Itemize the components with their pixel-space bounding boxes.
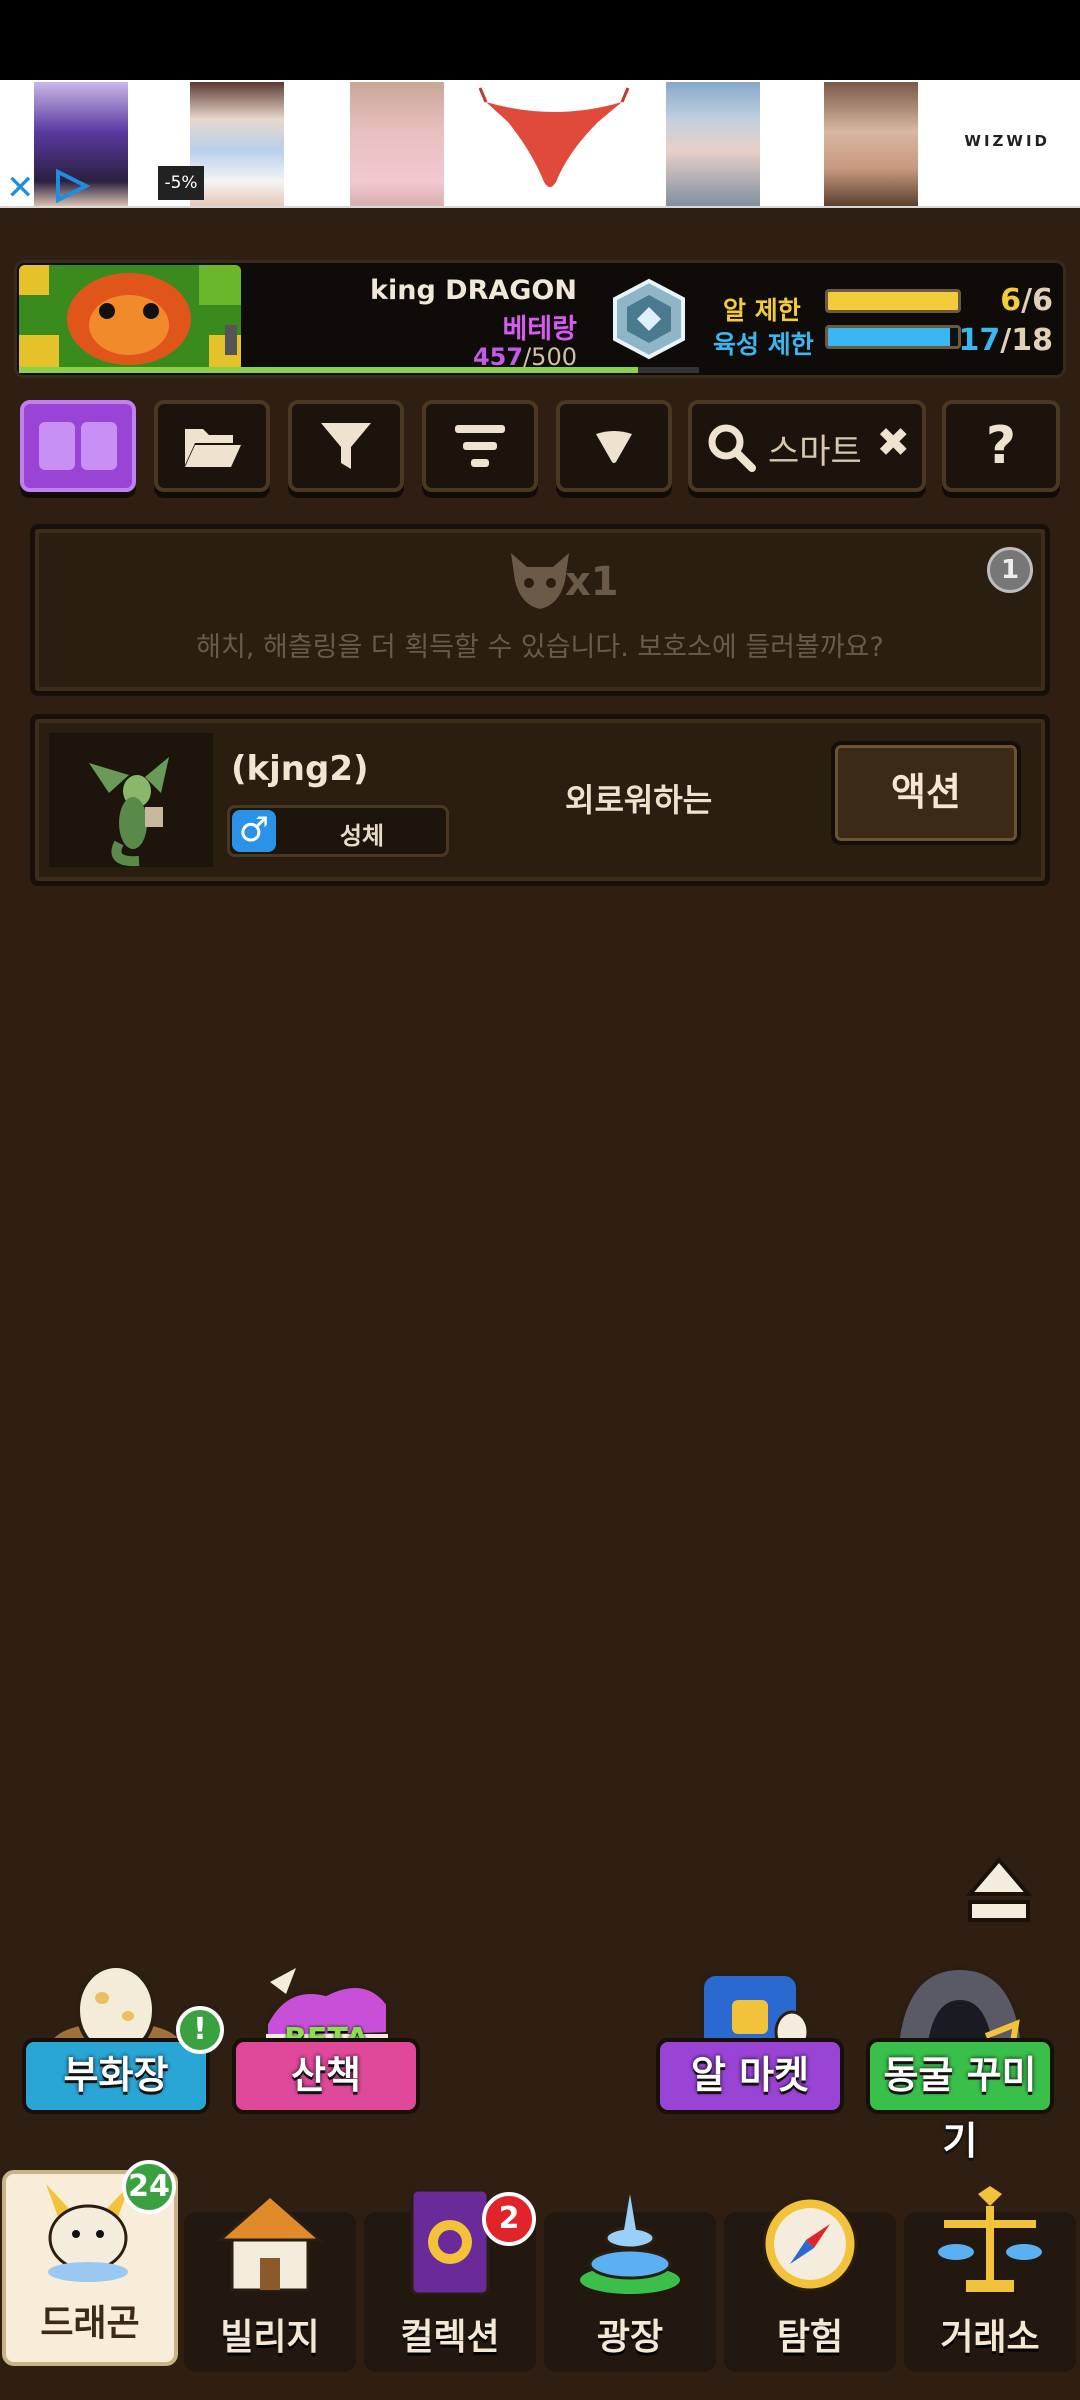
egg-limit-count: 6/6: [1000, 283, 1053, 318]
player-xp: 457/500: [473, 343, 577, 371]
dragon-list-item[interactable]: (kjng2) ♂ 성체 외로워하는 액션: [30, 714, 1050, 886]
ad-brand-logo: WIZWID: [964, 132, 1050, 150]
notice-count: x1: [565, 559, 619, 605]
dragon-stage-box: ♂ 성체: [227, 805, 449, 857]
walk-label: 산책: [232, 2038, 420, 2114]
xp-max: /500: [523, 343, 577, 371]
nav-explore-label: 탐험: [776, 2317, 844, 2358]
chevron-down-icon: [596, 431, 632, 463]
dropdown-button[interactable]: [556, 400, 672, 492]
cave-decor-label: 동굴 꾸미기: [866, 2038, 1054, 2163]
nav-plaza-label: 광장: [596, 2317, 664, 2358]
grow-limit-label: 육성 제한: [713, 330, 814, 359]
nav-dragon-label: 드래곤: [40, 2303, 140, 2344]
ad-photo-5[interactable]: [666, 82, 760, 206]
search-icon: [708, 424, 756, 472]
nav-exchange[interactable]: 거래소: [904, 2186, 1076, 2372]
player-avatar[interactable]: [19, 265, 241, 371]
grid-view-icon: [39, 422, 117, 470]
male-gender-icon: ♂: [232, 810, 276, 852]
dragon-thumbnail[interactable]: [49, 733, 213, 867]
sort-button[interactable]: [422, 400, 538, 492]
village-house-icon: [216, 2194, 324, 2292]
cave-decor-button[interactable]: 동굴 꾸미기: [866, 1964, 1054, 2163]
ad-discount-badge: -5%: [158, 166, 204, 200]
player-name: king DRAGON: [370, 275, 577, 306]
egg-limit-label: 알 제한: [723, 296, 801, 325]
folder-icon: [185, 429, 241, 467]
nav-village[interactable]: 빌리지: [184, 2194, 356, 2372]
grow-limit-bar: [825, 325, 961, 349]
folder-button[interactable]: [154, 400, 270, 492]
grow-limit-count: 17/18: [958, 323, 1053, 358]
nav-exchange-label: 거래소: [940, 2317, 1040, 2358]
help-icon: ?: [985, 416, 1017, 476]
nav-explore[interactable]: 탐험: [724, 2196, 896, 2372]
dragon-mood: 외로워하는: [565, 781, 713, 819]
dragon-avatar-image: [19, 265, 241, 371]
xp-current: 457: [472, 343, 524, 371]
ad-photo-2[interactable]: [190, 82, 284, 206]
nav-village-label: 빌리지: [220, 2317, 320, 2358]
grid-view-button[interactable]: [20, 400, 136, 492]
filter-icon: [321, 423, 371, 469]
collection-count-badge: 2: [482, 2192, 536, 2246]
ad-close-icon[interactable]: ✕: [6, 168, 35, 208]
incubator-alert-badge: !: [176, 2006, 224, 2054]
egg-market-label: 알 마켓: [656, 2038, 844, 2114]
filter-button[interactable]: [288, 400, 404, 492]
green-dragon-image: [89, 757, 169, 867]
action-button[interactable]: 액션: [831, 741, 1021, 845]
dragon-stage-label: 성체: [339, 822, 385, 850]
dragon-name: (kjng2): [231, 749, 369, 789]
nav-plaza[interactable]: 광장: [544, 2194, 716, 2372]
dragon-count-badge: 24: [122, 2160, 176, 2214]
swimwear-image: [478, 87, 630, 187]
clear-search-icon[interactable]: ✖: [876, 420, 910, 466]
eject-icon[interactable]: [966, 1856, 1032, 1926]
ad-photo-4[interactable]: [478, 82, 630, 206]
egg-market-button[interactable]: 알 마켓: [656, 1964, 844, 2114]
ad-photo-6[interactable]: [824, 82, 918, 206]
walk-button[interactable]: BETA 산책: [232, 1964, 420, 2114]
status-bar: [0, 0, 1080, 80]
compass-icon: [762, 2196, 858, 2292]
fountain-icon: [580, 2194, 680, 2294]
notice-message: 해치, 해츨링을 더 획득할 수 있습니다. 보호소에 들러볼까요?: [196, 632, 884, 663]
egg-limit-bar: [825, 289, 961, 313]
shelter-notice-panel[interactable]: x1 해치, 해츨링을 더 획득할 수 있습니다. 보호소에 들러볼까요? 1: [30, 524, 1050, 696]
xp-progress-bar: [19, 367, 699, 373]
search-box[interactable]: 스마트 ✖: [688, 400, 926, 492]
player-profile-bar[interactable]: king DRAGON 베테랑 457/500 알 제한 육성 제한 6/6 1…: [14, 260, 1066, 378]
ad-banner[interactable]: ✕ -5% WIZWID: [0, 80, 1080, 208]
nav-collection-label: 컬렉션: [400, 2317, 500, 2358]
ad-photo-3[interactable]: [350, 82, 444, 206]
scales-icon: [938, 2186, 1042, 2292]
rank-emblem-icon[interactable]: [607, 277, 691, 361]
notice-number-badge: 1: [987, 547, 1033, 593]
sort-icon: [455, 425, 505, 467]
ad-choices-icon[interactable]: [52, 168, 90, 204]
player-rank: 베테랑: [502, 314, 577, 345]
incubator-label: 부화장: [22, 2038, 210, 2114]
search-input[interactable]: 스마트: [768, 424, 862, 473]
help-button[interactable]: ?: [942, 400, 1060, 492]
